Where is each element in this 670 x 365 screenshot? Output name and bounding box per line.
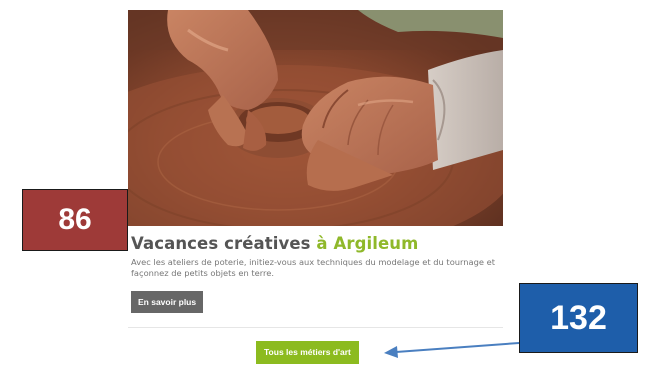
annotation-badge-red: 86 <box>22 189 128 251</box>
card-title: Vacances créatives à Argileum <box>131 234 418 253</box>
card-title-main: Vacances créatives <box>131 234 317 253</box>
pottery-photo <box>128 10 503 226</box>
card-title-accent: à Argileum <box>316 234 419 253</box>
page: Vacances créatives à Argileum Avec les a… <box>0 0 670 365</box>
learn-more-button[interactable]: En savoir plus <box>131 291 204 313</box>
annotation-badge-blue: 132 <box>519 283 638 353</box>
all-trades-button[interactable]: Tous les métiers d'art <box>256 341 359 364</box>
pottery-illustration <box>128 10 503 226</box>
card-description: Avec les ateliers de poterie, initiez-vo… <box>131 257 495 278</box>
divider <box>128 327 503 328</box>
arrow-head-icon <box>384 346 398 358</box>
arrow-line <box>395 342 520 353</box>
